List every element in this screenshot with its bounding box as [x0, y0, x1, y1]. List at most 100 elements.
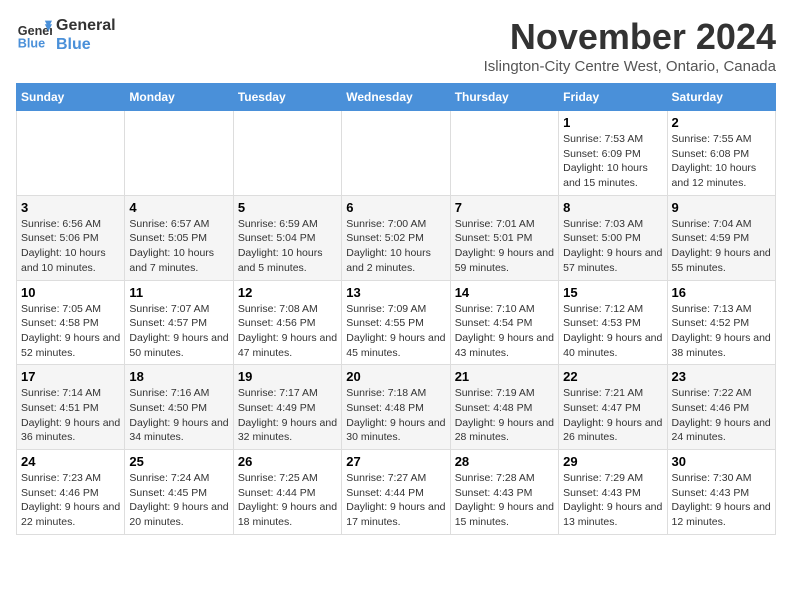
calendar-cell: 11Sunrise: 7:07 AM Sunset: 4:57 PM Dayli… — [125, 280, 233, 365]
week-row-1: 1 Sunrise: 7:53 AM Sunset: 6:09 PM Daylig… — [17, 111, 776, 196]
day-info: Sunrise: 7:05 AM Sunset: 4:58 PM Dayligh… — [21, 302, 120, 361]
calendar-cell: 5 Sunrise: 6:59 AM Sunset: 5:04 PM Daylig… — [233, 195, 341, 280]
calendar-cell: 17Sunrise: 7:14 AM Sunset: 4:51 PM Dayli… — [17, 365, 125, 450]
day-number: 7 — [455, 200, 554, 215]
calendar-cell: 20 Sunrise: 7:18 AM Sunset: 4:48 PM Dayli… — [342, 365, 450, 450]
calendar-cell: 2 Sunrise: 7:55 AM Sunset: 6:08 PM Daylig… — [667, 111, 775, 196]
day-number: 24 — [21, 454, 120, 469]
calendar-cell — [233, 111, 341, 196]
day-info: Sunrise: 7:08 AM Sunset: 4:56 PM Dayligh… — [238, 302, 337, 361]
day-info: Sunrise: 7:25 AM Sunset: 4:44 PM Dayligh… — [238, 471, 337, 530]
day-info: Sunrise: 7:04 AM Sunset: 4:59 PM Dayligh… — [672, 217, 771, 276]
day-number: 2 — [672, 115, 771, 130]
calendar-cell: 21 Sunrise: 7:19 AM Sunset: 4:48 PM Dayli… — [450, 365, 558, 450]
day-number: 27 — [346, 454, 445, 469]
day-info: Sunrise: 7:18 AM Sunset: 4:48 PM Dayligh… — [346, 386, 445, 445]
calendar-cell: 3 Sunrise: 6:56 AM Sunset: 5:06 PM Daylig… — [17, 195, 125, 280]
calendar-cell: 16 Sunrise: 7:13 AM Sunset: 4:52 PM Dayli… — [667, 280, 775, 365]
day-info: Sunrise: 7:30 AM Sunset: 4:43 PM Dayligh… — [672, 471, 771, 530]
calendar-cell: 25 Sunrise: 7:24 AM Sunset: 4:45 PM Dayli… — [125, 450, 233, 535]
day-info: Sunrise: 7:10 AM Sunset: 4:54 PM Dayligh… — [455, 302, 554, 361]
weekday-header-tuesday: Tuesday — [233, 84, 341, 111]
day-number: 22 — [563, 369, 662, 384]
calendar-cell: 1 Sunrise: 7:53 AM Sunset: 6:09 PM Daylig… — [559, 111, 667, 196]
logo-general: General — [56, 16, 116, 35]
day-info: Sunrise: 7:24 AM Sunset: 4:45 PM Dayligh… — [129, 471, 228, 530]
day-number: 11 — [129, 285, 228, 300]
day-number: 17 — [21, 369, 120, 384]
day-info: Sunrise: 6:57 AM Sunset: 5:05 PM Dayligh… — [129, 217, 228, 276]
day-number: 18 — [129, 369, 228, 384]
calendar-cell: 4Sunrise: 6:57 AM Sunset: 5:05 PM Daylig… — [125, 195, 233, 280]
day-info: Sunrise: 7:13 AM Sunset: 4:52 PM Dayligh… — [672, 302, 771, 361]
calendar-cell: 30 Sunrise: 7:30 AM Sunset: 4:43 PM Dayli… — [667, 450, 775, 535]
week-row-5: 24 Sunrise: 7:23 AM Sunset: 4:46 PM Dayli… — [17, 450, 776, 535]
svg-text:Blue: Blue — [18, 37, 45, 51]
day-number: 6 — [346, 200, 445, 215]
day-info: Sunrise: 7:53 AM Sunset: 6:09 PM Dayligh… — [563, 132, 662, 191]
weekday-header-friday: Friday — [559, 84, 667, 111]
weekday-header-thursday: Thursday — [450, 84, 558, 111]
day-number: 12 — [238, 285, 337, 300]
day-number: 29 — [563, 454, 662, 469]
weekday-header-row: SundayMondayTuesdayWednesdayThursdayFrid… — [17, 84, 776, 111]
weekday-header-sunday: Sunday — [17, 84, 125, 111]
page-header: General Blue General Blue November 2024 … — [16, 16, 776, 75]
day-number: 9 — [672, 200, 771, 215]
calendar-title: November 2024 — [484, 16, 776, 58]
calendar-subtitle: Islington-City Centre West, Ontario, Can… — [484, 58, 776, 75]
day-number: 20 — [346, 369, 445, 384]
day-info: Sunrise: 7:03 AM Sunset: 5:00 PM Dayligh… — [563, 217, 662, 276]
calendar-cell — [17, 111, 125, 196]
day-number: 10 — [21, 285, 120, 300]
day-info: Sunrise: 6:56 AM Sunset: 5:06 PM Dayligh… — [21, 217, 120, 276]
calendar-cell: 29Sunrise: 7:29 AM Sunset: 4:43 PM Dayli… — [559, 450, 667, 535]
week-row-4: 17Sunrise: 7:14 AM Sunset: 4:51 PM Dayli… — [17, 365, 776, 450]
calendar-cell: 7 Sunrise: 7:01 AM Sunset: 5:01 PM Daylig… — [450, 195, 558, 280]
day-info: Sunrise: 7:55 AM Sunset: 6:08 PM Dayligh… — [672, 132, 771, 191]
day-info: Sunrise: 7:09 AM Sunset: 4:55 PM Dayligh… — [346, 302, 445, 361]
day-info: Sunrise: 7:01 AM Sunset: 5:01 PM Dayligh… — [455, 217, 554, 276]
day-number: 25 — [129, 454, 228, 469]
calendar-cell: 10 Sunrise: 7:05 AM Sunset: 4:58 PM Dayli… — [17, 280, 125, 365]
day-number: 14 — [455, 285, 554, 300]
day-number: 30 — [672, 454, 771, 469]
day-number: 1 — [563, 115, 662, 130]
day-info: Sunrise: 7:27 AM Sunset: 4:44 PM Dayligh… — [346, 471, 445, 530]
day-info: Sunrise: 7:19 AM Sunset: 4:48 PM Dayligh… — [455, 386, 554, 445]
calendar-cell — [125, 111, 233, 196]
day-info: Sunrise: 7:17 AM Sunset: 4:49 PM Dayligh… — [238, 386, 337, 445]
day-number: 5 — [238, 200, 337, 215]
day-number: 8 — [563, 200, 662, 215]
calendar-cell: 23Sunrise: 7:22 AM Sunset: 4:46 PM Dayli… — [667, 365, 775, 450]
calendar-cell: 6Sunrise: 7:00 AM Sunset: 5:02 PM Daylig… — [342, 195, 450, 280]
day-info: Sunrise: 7:16 AM Sunset: 4:50 PM Dayligh… — [129, 386, 228, 445]
weekday-header-saturday: Saturday — [667, 84, 775, 111]
day-number: 3 — [21, 200, 120, 215]
logo: General Blue General Blue — [16, 16, 116, 54]
calendar-cell: 8 Sunrise: 7:03 AM Sunset: 5:00 PM Daylig… — [559, 195, 667, 280]
day-number: 21 — [455, 369, 554, 384]
calendar-body: 1 Sunrise: 7:53 AM Sunset: 6:09 PM Daylig… — [17, 111, 776, 535]
day-info: Sunrise: 7:23 AM Sunset: 4:46 PM Dayligh… — [21, 471, 120, 530]
day-number: 26 — [238, 454, 337, 469]
weekday-header-monday: Monday — [125, 84, 233, 111]
calendar-cell: 27 Sunrise: 7:27 AM Sunset: 4:44 PM Dayli… — [342, 450, 450, 535]
day-number: 13 — [346, 285, 445, 300]
day-number: 19 — [238, 369, 337, 384]
week-row-3: 10 Sunrise: 7:05 AM Sunset: 4:58 PM Dayli… — [17, 280, 776, 365]
day-info: Sunrise: 6:59 AM Sunset: 5:04 PM Dayligh… — [238, 217, 337, 276]
calendar-cell — [450, 111, 558, 196]
calendar-cell: 26 Sunrise: 7:25 AM Sunset: 4:44 PM Dayli… — [233, 450, 341, 535]
calendar-cell: 18 Sunrise: 7:16 AM Sunset: 4:50 PM Dayli… — [125, 365, 233, 450]
calendar-cell: 24 Sunrise: 7:23 AM Sunset: 4:46 PM Dayli… — [17, 450, 125, 535]
week-row-2: 3 Sunrise: 6:56 AM Sunset: 5:06 PM Daylig… — [17, 195, 776, 280]
logo-icon: General Blue — [16, 17, 52, 53]
logo-blue: Blue — [56, 35, 116, 54]
calendar-cell: 28Sunrise: 7:28 AM Sunset: 4:43 PM Dayli… — [450, 450, 558, 535]
day-number: 28 — [455, 454, 554, 469]
day-number: 16 — [672, 285, 771, 300]
title-section: November 2024 Islington-City Centre West… — [484, 16, 776, 75]
calendar-cell: 9 Sunrise: 7:04 AM Sunset: 4:59 PM Daylig… — [667, 195, 775, 280]
calendar-cell: 19 Sunrise: 7:17 AM Sunset: 4:49 PM Dayli… — [233, 365, 341, 450]
